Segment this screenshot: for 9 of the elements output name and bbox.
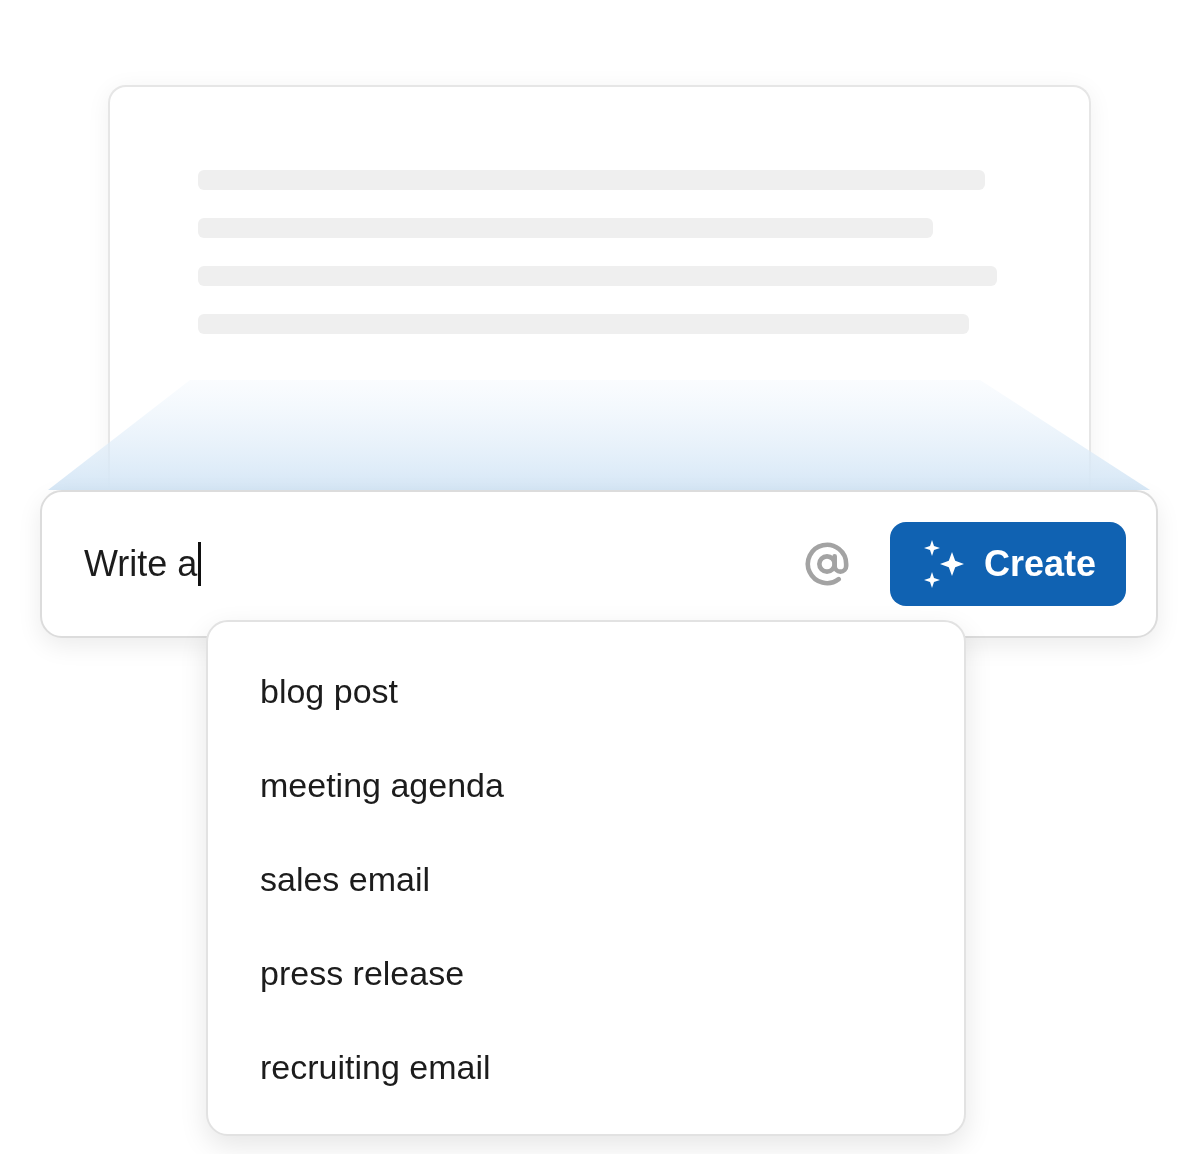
suggestion-item[interactable]: recruiting email — [208, 1020, 964, 1114]
suggestion-item[interactable]: press release — [208, 926, 964, 1020]
create-button[interactable]: Create — [889, 522, 1126, 606]
suggestion-item[interactable]: sales email — [208, 832, 964, 926]
text-cursor — [198, 542, 202, 586]
suggestion-item[interactable]: blog post — [208, 644, 964, 738]
suggestion-item[interactable]: meeting agenda — [208, 738, 964, 832]
mention-icon[interactable] — [803, 541, 850, 587]
prompt-text[interactable]: Write a — [84, 543, 198, 585]
